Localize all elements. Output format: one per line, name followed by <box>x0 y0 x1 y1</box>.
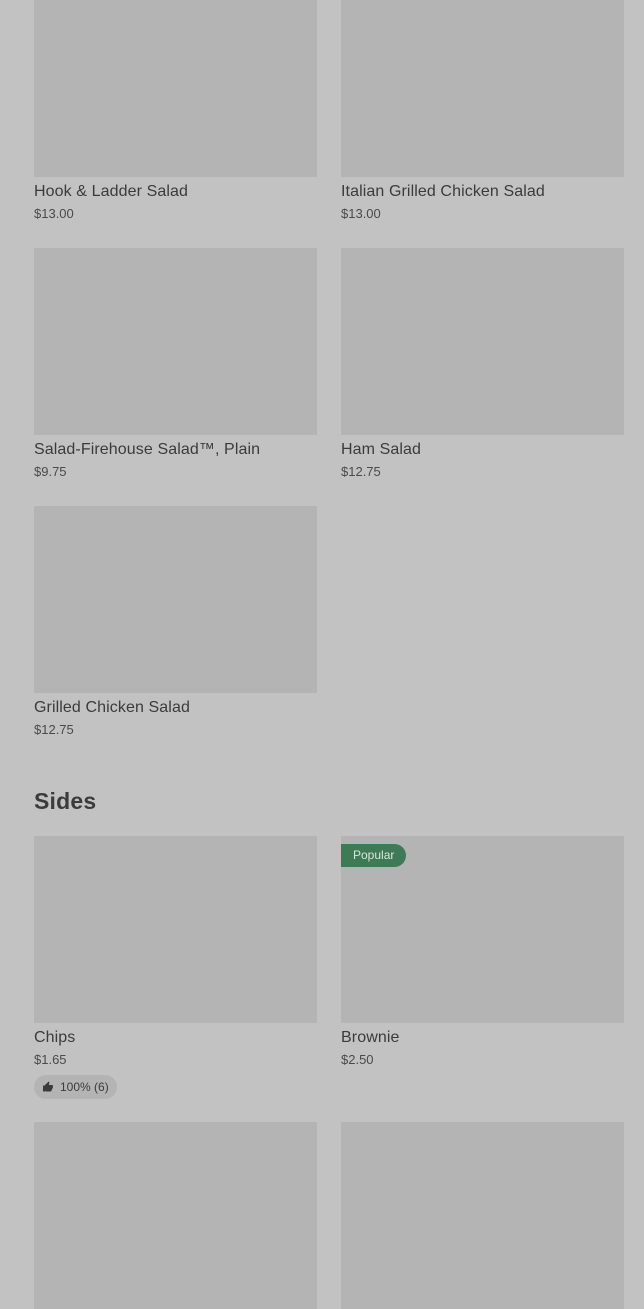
item-image <box>34 506 317 693</box>
item-image <box>34 0 317 177</box>
menu-item-card[interactable] <box>341 1122 624 1309</box>
item-name: Italian Grilled Chicken Salad <box>341 183 545 200</box>
menu-item-card[interactable]: Grilled Chicken Salad $12.75 <box>34 506 317 737</box>
menu-item-card[interactable]: Hook & Ladder Salad $13.00 <box>34 0 317 221</box>
item-name: Ham Salad <box>341 441 422 458</box>
item-name: Brownie <box>341 1029 400 1046</box>
salads-grid: Hook & Ladder Salad $13.00 Italian Grill… <box>34 0 624 221</box>
item-price: $12.75 <box>34 722 74 737</box>
sides-grid: Chips $1.65 100% (6) Popular Brownie $2.… <box>34 836 624 1099</box>
thumbs-up-icon <box>43 1081 53 1092</box>
item-price: $1.65 <box>34 1052 67 1067</box>
item-image <box>34 836 317 1023</box>
item-price: $13.00 <box>341 206 381 221</box>
item-name: Salad-Firehouse Salad™, Plain <box>34 441 261 458</box>
item-price: $12.75 <box>341 464 381 479</box>
salads-grid-row: Grilled Chicken Salad $12.75 <box>34 506 624 737</box>
item-price: $2.50 <box>341 1052 374 1067</box>
menu-item-card[interactable] <box>34 1122 317 1309</box>
section-title-sides: Sides <box>34 788 97 814</box>
item-name: Chips <box>34 1029 76 1046</box>
sides-grid-row <box>34 1122 624 1309</box>
menu-item-card[interactable]: Popular Brownie $2.50 <box>341 836 624 1099</box>
item-image <box>341 1122 624 1309</box>
item-price: $9.75 <box>34 464 67 479</box>
item-image <box>341 248 624 435</box>
popular-badge: Popular <box>341 844 407 867</box>
item-image <box>341 0 624 177</box>
item-name: Grilled Chicken Salad <box>34 699 190 716</box>
item-name: Hook & Ladder Salad <box>34 183 189 200</box>
item-image: Popular <box>341 836 624 1023</box>
item-image <box>34 248 317 435</box>
menu-item-card[interactable]: Ham Salad $12.75 <box>341 248 624 479</box>
salads-grid-row: Salad-Firehouse Salad™, Plain $9.75 Ham … <box>34 248 624 479</box>
menu-item-card[interactable]: Italian Grilled Chicken Salad $13.00 <box>341 0 624 221</box>
rating-badge: 100% (6) <box>34 1075 117 1099</box>
menu-item-card[interactable]: Salad-Firehouse Salad™, Plain $9.75 <box>34 248 317 479</box>
item-image <box>34 1122 317 1309</box>
item-price: $13.00 <box>34 206 74 221</box>
rating-text: 100% (6) <box>60 1080 109 1094</box>
menu-item-card[interactable]: Chips $1.65 100% (6) <box>34 836 317 1099</box>
